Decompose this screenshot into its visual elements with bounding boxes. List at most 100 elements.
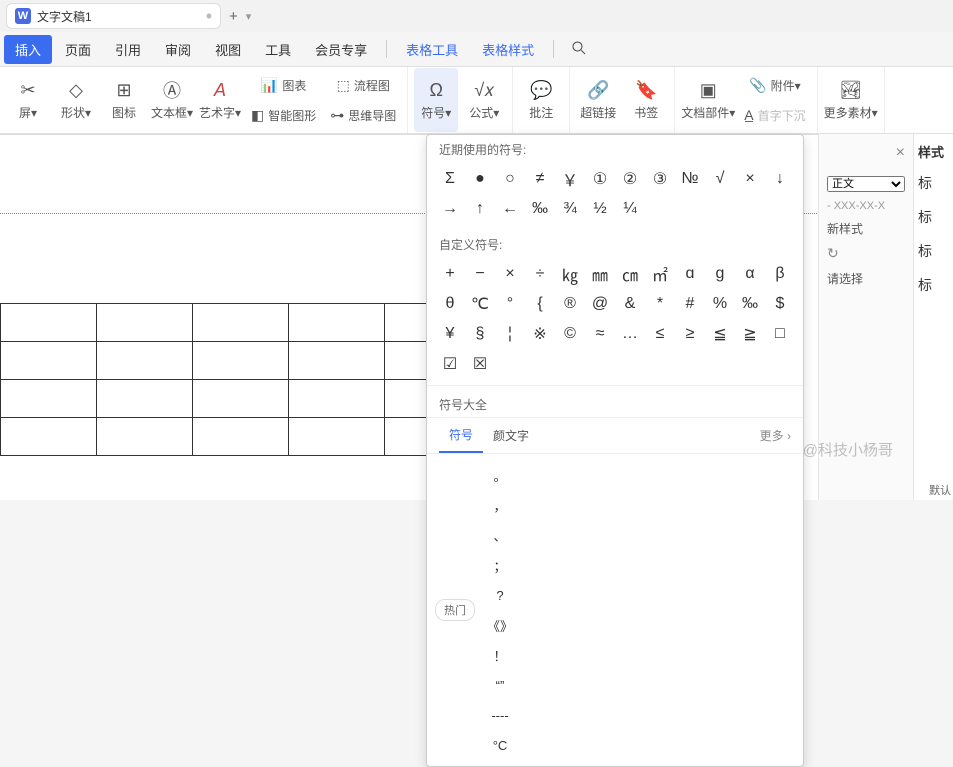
symbol-item[interactable]: β: [765, 259, 795, 289]
symbol-item[interactable]: α: [735, 259, 765, 289]
shapes-button[interactable]: ◇形状▾: [54, 68, 98, 132]
symbol-item[interactable]: ≤: [645, 319, 675, 349]
wordart-button[interactable]: A艺术字▾: [198, 68, 242, 132]
symbol-item[interactable]: №: [675, 164, 705, 194]
symbol-item[interactable]: ○: [495, 164, 525, 194]
style-item[interactable]: 标: [918, 273, 949, 297]
symbol-item[interactable]: %: [705, 289, 735, 319]
symbol-item[interactable]: Σ: [435, 164, 465, 194]
symbol-item[interactable]: ㎡: [645, 259, 675, 289]
chart-button[interactable]: 📊图表: [246, 71, 321, 99]
style-item[interactable]: 标: [918, 171, 949, 195]
style-select[interactable]: 正文: [827, 176, 905, 192]
style-item[interactable]: 标: [918, 205, 949, 229]
symbol-item[interactable]: ㎏: [555, 259, 585, 289]
symbol-item[interactable]: ¼: [615, 194, 645, 224]
symbol-button[interactable]: Ω符号▾: [414, 68, 458, 132]
symbol-item[interactable]: ®: [555, 289, 585, 319]
symbol-item[interactable]: ；: [481, 550, 519, 580]
symbol-item[interactable]: 。: [481, 460, 519, 490]
symbol-item[interactable]: ↑: [465, 194, 495, 224]
symbol-item[interactable]: …: [615, 319, 645, 349]
symbol-item[interactable]: ☒: [465, 349, 495, 379]
menu-table-tools[interactable]: 表格工具: [395, 35, 469, 64]
menu-view[interactable]: 视图: [204, 35, 252, 64]
attachment-button[interactable]: 📎附件▾: [739, 71, 810, 99]
symbol-item[interactable]: ‰: [525, 194, 555, 224]
symbol-item[interactable]: →: [435, 194, 465, 224]
symbol-item[interactable]: ©: [555, 319, 585, 349]
symbol-item[interactable]: {: [525, 289, 555, 319]
symbol-item[interactable]: °C: [481, 730, 519, 760]
symbol-item[interactable]: ɡ: [705, 259, 735, 289]
symbol-item[interactable]: ①: [585, 164, 615, 194]
symbol-item[interactable]: ※: [525, 319, 555, 349]
symbol-item[interactable]: ㎜: [585, 259, 615, 289]
symbol-item[interactable]: ≈: [585, 319, 615, 349]
menu-page[interactable]: 页面: [54, 35, 102, 64]
symbol-item[interactable]: §: [465, 319, 495, 349]
symbol-item[interactable]: ¦: [495, 319, 525, 349]
symbol-item[interactable]: √: [705, 164, 735, 194]
symbol-item[interactable]: ----: [481, 700, 519, 730]
symbol-item[interactable]: 《》: [481, 610, 519, 640]
symbol-item[interactable]: “”: [481, 670, 519, 700]
symbol-item[interactable]: ×: [495, 259, 525, 289]
symbol-item[interactable]: ㎝: [615, 259, 645, 289]
bookmark-button[interactable]: 🔖书签: [624, 68, 668, 132]
hot-chip[interactable]: 热门: [435, 599, 475, 621]
symbol-item[interactable]: ℃: [465, 289, 495, 319]
symbol-item[interactable]: ③: [645, 164, 675, 194]
document-tab[interactable]: W 文字文稿1 •: [6, 3, 221, 29]
menu-review[interactable]: 审阅: [154, 35, 202, 64]
new-tab-button[interactable]: +: [229, 8, 238, 25]
symbol-item[interactable]: $: [765, 289, 795, 319]
table[interactable]: [0, 303, 481, 456]
tab-options-icon[interactable]: ▾: [246, 10, 252, 23]
symbol-item[interactable]: ☑: [435, 349, 465, 379]
search-icon[interactable]: [570, 39, 588, 60]
symbol-item[interactable]: ●: [465, 164, 495, 194]
menu-member[interactable]: 会员专享: [304, 35, 378, 64]
tab-emoji[interactable]: 颜文字: [483, 419, 539, 452]
hyperlink-button[interactable]: 🔗超链接: [576, 68, 620, 132]
new-style-link[interactable]: 新样式: [827, 220, 863, 237]
menu-tools[interactable]: 工具: [254, 35, 302, 64]
icons-button[interactable]: ⊞图标: [102, 68, 146, 132]
symbol-item[interactable]: ≠: [525, 164, 555, 194]
symbol-item[interactable]: #: [675, 289, 705, 319]
symbol-item[interactable]: ×: [735, 164, 765, 194]
symbol-item[interactable]: ¾: [555, 194, 585, 224]
symbol-item[interactable]: ￥: [555, 164, 585, 194]
tab-symbol[interactable]: 符号: [439, 418, 483, 453]
symbol-item[interactable]: ɑ: [675, 259, 705, 289]
dropcap-button[interactable]: A̲首字下沉: [739, 101, 810, 129]
mindmap-button[interactable]: ⊶思维导图: [325, 101, 401, 129]
symbol-item[interactable]: ②: [615, 164, 645, 194]
symbol-item[interactable]: ≦: [705, 319, 735, 349]
menu-table-style[interactable]: 表格样式: [471, 35, 545, 64]
symbol-item[interactable]: ！: [481, 640, 519, 670]
menu-insert[interactable]: 插入: [4, 35, 52, 64]
symbol-item[interactable]: ‰: [735, 289, 765, 319]
symbol-item[interactable]: □: [765, 319, 795, 349]
formula-button[interactable]: √𝑥公式▾: [462, 68, 506, 132]
symbol-item[interactable]: −: [465, 259, 495, 289]
symbol-item[interactable]: ½: [585, 194, 615, 224]
smartart-button[interactable]: ◧智能图形: [246, 101, 321, 129]
textbox-button[interactable]: Ⓐ文本框▾: [150, 68, 194, 132]
more-link[interactable]: 更多 ›: [760, 427, 791, 444]
symbol-item[interactable]: ↓: [765, 164, 795, 194]
menu-reference[interactable]: 引用: [104, 35, 152, 64]
symbol-item[interactable]: ÷: [525, 259, 555, 289]
symbol-item[interactable]: +: [435, 259, 465, 289]
comment-button[interactable]: 💬批注: [519, 68, 563, 132]
symbol-item[interactable]: ¥: [435, 319, 465, 349]
flowchart-button[interactable]: ⬚流程图: [325, 71, 401, 99]
more-resources-button[interactable]: 🏞更多素材▾: [824, 68, 878, 132]
refresh-icon[interactable]: ↻: [827, 245, 839, 262]
symbol-item[interactable]: &: [615, 289, 645, 319]
symbol-item[interactable]: 、: [481, 520, 519, 550]
symbol-item[interactable]: θ: [435, 289, 465, 319]
symbol-item[interactable]: *: [645, 289, 675, 319]
